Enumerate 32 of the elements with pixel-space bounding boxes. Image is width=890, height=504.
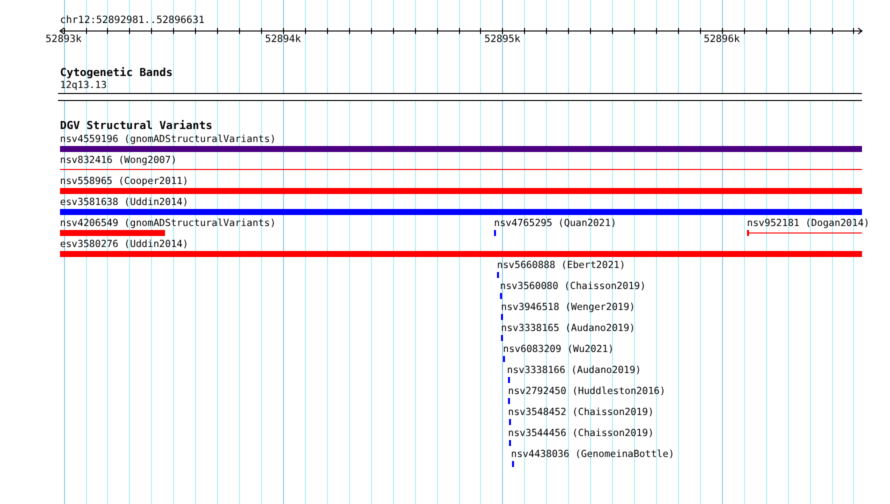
variant-label[interactable]: nsv832416 (Wong2007) [60,155,177,167]
band-label: 12q13.13 [60,80,107,92]
variant-label[interactable]: nsv3560080 (Chaisson2019) [500,281,646,293]
variant-label[interactable]: nsv952181 (Dogan2014) [747,218,870,230]
variant-label[interactable]: nsv3544456 (Chaisson2019) [508,428,654,440]
tick-label: 52895k [484,34,520,46]
variant-bar[interactable] [60,230,165,236]
variant-label[interactable]: nsv3338166 (Audano2019) [507,365,642,377]
variant-label[interactable]: nsv4765295 (Quan2021) [494,218,616,230]
region-label: chr12:52892981..52896631 [60,15,204,27]
variant-label[interactable]: nsv5660888 (Ebert2021) [497,260,626,272]
variant-label[interactable]: nsv4206549 (gnomADStructuralVariants) [60,218,276,230]
tick-label: 52894k [264,34,302,46]
variant-bar[interactable] [60,188,862,194]
variant-label[interactable]: nsv558965 (Cooper2011) [60,176,188,188]
variant-line[interactable] [747,230,862,236]
variant-label[interactable]: nsv4438036 (GenomeinaBottle) [511,449,674,461]
tick-label: 52896k [704,34,740,46]
variant-label[interactable]: nsv6083209 (Wu2021) [503,344,614,356]
track-title: Cytogenetic Bands [60,67,173,79]
variant-label[interactable]: nsv3338165 (Audano2019) [501,323,636,335]
track-title: DGV Structural Variants [60,120,212,132]
variant-label[interactable]: nsv4559196 (gnomADStructuralVariants) [60,134,276,146]
variant-bar[interactable] [60,209,862,215]
variant-label[interactable]: esv3581638 (Uddin2014) [60,197,188,209]
tick-label: 52893k [46,34,82,46]
variant-label[interactable]: nsv2792450 (Huddleston2016) [508,386,666,398]
variant-label[interactable]: esv3580276 (Uddin2014) [60,239,188,251]
variant-bar[interactable] [60,251,862,257]
variant-label[interactable]: nsv3946518 (Wenger2019) [501,302,636,314]
variant-label[interactable]: nsv3548452 (Chaisson2019) [508,407,654,419]
variant-bar[interactable] [60,146,862,152]
